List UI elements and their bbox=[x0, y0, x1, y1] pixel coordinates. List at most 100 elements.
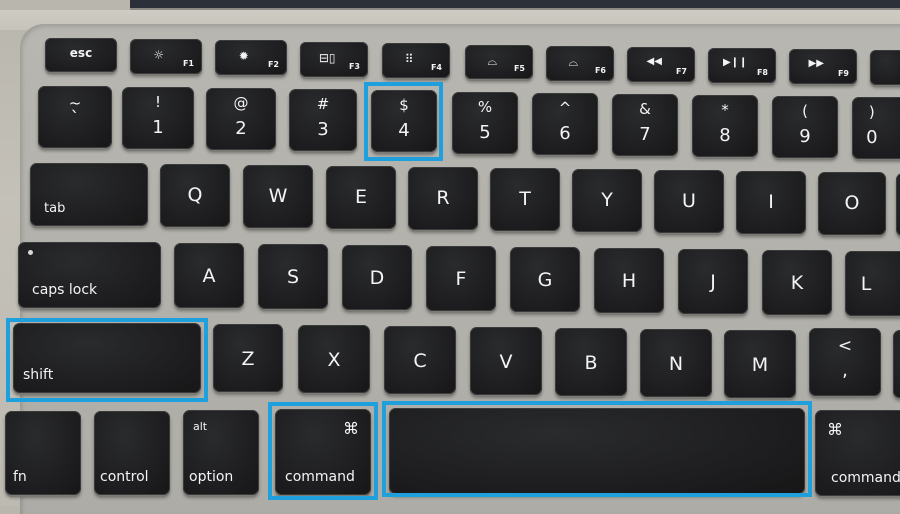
key-label: W bbox=[268, 185, 288, 207]
rewind-icon: ◀◀ bbox=[646, 56, 662, 67]
key-shift-label: ( bbox=[802, 102, 808, 120]
key-label: G bbox=[537, 269, 553, 291]
key-space[interactable] bbox=[389, 408, 805, 494]
key-label: 9 bbox=[799, 126, 811, 147]
key-shift-label: < bbox=[837, 336, 853, 356]
key-label: command bbox=[285, 469, 355, 485]
key-a[interactable]: A bbox=[174, 243, 244, 308]
key-sublabel: F6 bbox=[594, 66, 606, 75]
key-v[interactable]: V bbox=[470, 327, 542, 395]
key-label: B bbox=[584, 352, 598, 374]
key-f9[interactable]: ▶▶ F9 bbox=[789, 49, 857, 84]
key-f8[interactable]: ▶❙❙ F8 bbox=[708, 48, 776, 83]
key-f[interactable]: F bbox=[426, 246, 496, 311]
key-b[interactable]: B bbox=[555, 328, 627, 396]
key-alt-label: alt bbox=[193, 420, 208, 433]
key-period[interactable] bbox=[893, 330, 900, 398]
key-y[interactable]: Y bbox=[572, 169, 642, 232]
key-shift-label: % bbox=[477, 98, 493, 116]
key-0[interactable]: ) 0 bbox=[852, 97, 900, 159]
key-f7[interactable]: ◀◀ F7 bbox=[627, 47, 695, 82]
key-command-right[interactable]: ⌘ command bbox=[815, 410, 900, 496]
key-9[interactable]: ( 9 bbox=[772, 96, 838, 158]
key-z[interactable]: Z bbox=[213, 324, 283, 392]
key-f1[interactable]: ☼ F1 bbox=[130, 39, 202, 74]
key-o[interactable]: O bbox=[818, 172, 886, 235]
key-label: A bbox=[202, 265, 216, 287]
key-7[interactable]: & 7 bbox=[612, 94, 678, 156]
key-label: S bbox=[286, 266, 300, 288]
key-x[interactable]: X bbox=[298, 325, 370, 393]
key-sublabel: F9 bbox=[837, 69, 849, 78]
key-f3[interactable]: ⊟▯ F3 bbox=[300, 42, 368, 77]
key-j[interactable]: J bbox=[678, 249, 748, 314]
key-label: D bbox=[369, 267, 385, 289]
key-comma[interactable]: < , bbox=[809, 328, 881, 396]
brightness-down-icon: ☼ bbox=[153, 48, 165, 62]
key-sublabel: F3 bbox=[348, 62, 360, 71]
key-label: F bbox=[455, 268, 467, 290]
key-8[interactable]: * 8 bbox=[692, 95, 758, 157]
key-u[interactable]: U bbox=[654, 170, 724, 233]
key-i[interactable]: I bbox=[736, 171, 806, 234]
command-icon: ⌘ bbox=[827, 420, 843, 439]
key-label: shift bbox=[23, 367, 54, 383]
key-2[interactable]: @ 2 bbox=[206, 88, 276, 150]
key-g[interactable]: G bbox=[510, 247, 580, 312]
key-sublabel: F8 bbox=[756, 68, 768, 77]
key-5[interactable]: % 5 bbox=[452, 92, 518, 154]
key-e[interactable]: E bbox=[326, 166, 396, 229]
key-command-left[interactable]: ⌘ command bbox=[275, 409, 371, 495]
key-label: tab bbox=[44, 201, 66, 216]
key-m[interactable]: M bbox=[724, 330, 796, 398]
key-sublabel: F1 bbox=[182, 59, 194, 68]
key-t[interactable]: T bbox=[490, 168, 560, 231]
key-f10[interactable] bbox=[870, 50, 900, 85]
key-label: E bbox=[354, 186, 367, 208]
key-shift-label: & bbox=[639, 100, 651, 118]
key-s[interactable]: S bbox=[258, 244, 328, 309]
key-n[interactable]: N bbox=[640, 329, 712, 397]
key-option[interactable]: alt option bbox=[183, 410, 259, 495]
key-label: Q bbox=[187, 184, 203, 206]
key-fn[interactable]: fn bbox=[5, 411, 81, 495]
key-d[interactable]: D bbox=[342, 245, 412, 310]
key-shift-label: * bbox=[721, 101, 729, 119]
key-f4[interactable]: ⠿ F4 bbox=[382, 43, 450, 78]
key-label: C bbox=[413, 350, 427, 372]
key-label: 2 bbox=[235, 118, 247, 139]
key-label: option bbox=[189, 469, 234, 485]
key-h[interactable]: H bbox=[594, 248, 664, 313]
key-3[interactable]: # 3 bbox=[289, 89, 357, 151]
key-l[interactable]: L bbox=[845, 251, 900, 316]
key-caps-lock[interactable]: caps lock bbox=[18, 242, 161, 308]
key-k[interactable]: K bbox=[762, 250, 832, 315]
key-f6[interactable]: ⌓ F6 bbox=[546, 46, 614, 81]
caps-lock-indicator-light bbox=[28, 250, 33, 255]
key-f2[interactable]: ✹ F2 bbox=[215, 40, 287, 75]
keyboard-light-up-icon: ⌓ bbox=[568, 55, 578, 69]
key-r[interactable]: R bbox=[408, 167, 478, 230]
keyboard-light-down-icon: ⌓ bbox=[487, 54, 497, 68]
key-shift-left[interactable]: shift bbox=[13, 323, 201, 393]
key-label: K bbox=[790, 272, 804, 294]
key-c[interactable]: C bbox=[384, 326, 456, 394]
key-4[interactable]: $ 4 bbox=[371, 90, 437, 152]
key-label: J bbox=[710, 271, 716, 293]
key-q[interactable]: Q bbox=[160, 164, 230, 227]
key-label: X bbox=[327, 349, 341, 371]
key-f5[interactable]: ⌓ F5 bbox=[465, 45, 533, 79]
key-label: 4 bbox=[398, 120, 410, 141]
key-shift-label: # bbox=[316, 95, 330, 113]
key-tab[interactable]: tab bbox=[30, 163, 148, 226]
key-esc[interactable]: esc bbox=[45, 38, 117, 72]
key-backtick[interactable]: ~ ` bbox=[38, 86, 112, 148]
key-w[interactable]: W bbox=[243, 165, 313, 228]
key-p[interactable] bbox=[896, 173, 900, 236]
key-sublabel: F2 bbox=[267, 60, 279, 69]
key-1[interactable]: ! 1 bbox=[122, 87, 194, 149]
key-6[interactable]: ^ 6 bbox=[532, 93, 598, 155]
key-control[interactable]: control bbox=[94, 411, 170, 495]
key-shift-label: ! bbox=[154, 93, 161, 111]
key-label: 5 bbox=[479, 122, 491, 143]
